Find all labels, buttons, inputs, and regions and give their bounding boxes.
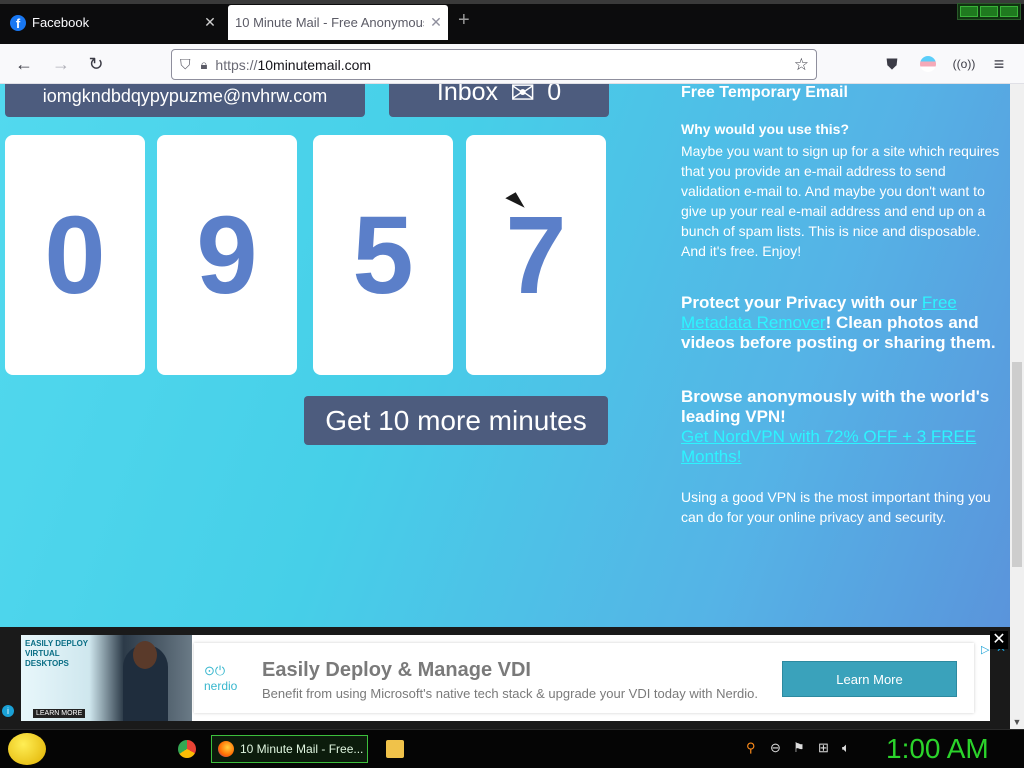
search-icon[interactable]: ⚲ (746, 740, 762, 756)
close-tab-icon[interactable]: ✕ (198, 14, 222, 31)
get-more-minutes-button[interactable]: Get 10 more minutes (304, 396, 608, 445)
learn-more-button[interactable]: Learn More (782, 661, 957, 697)
volume-icon[interactable]: 🔈︎ (842, 740, 858, 756)
ad-subtext: Benefit from using Microsoft's native te… (262, 686, 758, 701)
close-tab-icon[interactable]: ✕ (424, 14, 448, 31)
chrome-icon[interactable] (178, 740, 196, 758)
minus-circle-icon[interactable]: ⊖ (770, 740, 786, 756)
ad-info-icon[interactable]: i (2, 705, 14, 717)
start-smiley-icon[interactable] (8, 733, 46, 765)
why-heading: Why would you use this? (681, 121, 849, 137)
privacy-paragraph: Protect your Privacy with our Free Metad… (681, 293, 1001, 353)
folder-icon[interactable] (386, 740, 404, 758)
ad-image[interactable]: EASILY DEPLOY VIRTUAL DESKTOPS LEARN MOR… (21, 635, 192, 721)
envelope-icon: ✉ (510, 84, 536, 110)
inbox-count: 0 (547, 84, 562, 106)
taskbar: 10 Minute Mail - Free... ⚲ ⊖ ⚑ ⊞ 🔈︎ 1:00… (0, 729, 1024, 768)
url-text: https://10minutemail.com (215, 57, 371, 73)
ad-person-head (133, 641, 157, 669)
vpn-text: Browse anonymously with the world's lead… (681, 387, 990, 426)
page-content: iomgkndbdqypypuzme@nvhrw.com Inbox ✉ 0 0… (0, 84, 1010, 627)
taskbar-firefox-window[interactable]: 10 Minute Mail - Free... (211, 735, 368, 763)
ad-headline[interactable]: Easily Deploy & Manage VDI (262, 659, 531, 682)
tab-title: Facebook (32, 15, 90, 30)
brand-name: nerdio (204, 679, 238, 693)
ad-image-tagline: EASILY DEPLOY VIRTUAL DESKTOPS (25, 639, 88, 668)
shield-icon[interactable]: ⛉ (180, 56, 191, 73)
nerdio-logo: ⊙⏻ nerdio (204, 663, 238, 693)
url-protocol: https:// (215, 56, 258, 73)
timer-digit: 5 (313, 135, 453, 375)
email-address[interactable]: iomgkndbdqypypuzme@nvhrw.com (5, 84, 365, 117)
tab-facebook[interactable]: f Facebook ✕ (0, 5, 222, 40)
url-host: 10minutemail.com (257, 56, 372, 73)
sidebar-heading: Free Temporary Email (681, 84, 848, 101)
firefox-icon (218, 741, 234, 757)
ad-image-learn-more: LEARN MORE (33, 709, 86, 718)
nordvpn-link[interactable]: Get NordVPN with 72% OFF + 3 FREE Months… (681, 427, 976, 466)
lock-icon[interactable]: 🔒︎ (201, 57, 208, 73)
timer-digit: 7 (466, 135, 606, 375)
inbox-button[interactable]: Inbox ✉ 0 (389, 84, 609, 117)
privacy-pre-text: Protect your Privacy with our (681, 293, 922, 312)
bookmark-star-icon[interactable]: ☆ (794, 55, 809, 75)
new-tab-icon[interactable]: + (458, 9, 470, 32)
window-controls[interactable] (957, 3, 1021, 20)
scroll-down-arrow-icon[interactable]: ▼ (1010, 715, 1024, 729)
taskbar-clock[interactable]: 1:00 AM (886, 733, 989, 765)
forward-icon[interactable]: → (50, 53, 72, 75)
network-icon[interactable]: ⊞ (818, 740, 834, 756)
vpn-paragraph: Browse anonymously with the world's lead… (681, 387, 1001, 467)
taskbar-task-label: 10 Minute Mail - Free... (240, 742, 364, 756)
ad-card[interactable]: ⊙⏻ nerdio Easily Deploy & Manage VDI Bene… (194, 643, 974, 713)
ad-content[interactable]: EASILY DEPLOY VIRTUAL DESKTOPS LEARN MOR… (21, 635, 1006, 721)
page-scrollbar[interactable]: ▼ (1010, 84, 1024, 729)
back-icon[interactable]: ← (13, 53, 35, 75)
profile-icon[interactable] (917, 53, 939, 75)
ad-close-icon[interactable]: ✕ (990, 631, 1008, 649)
timer-digit: 9 (157, 135, 297, 375)
url-bar[interactable]: ⛉ 🔒︎ https://10minutemail.com ☆ (171, 49, 817, 80)
good-vpn-text: Using a good VPN is the most important t… (681, 489, 991, 525)
tab-10minutemail[interactable]: 10 Minute Mail - Free Anonymous ✕ (228, 5, 448, 40)
ad-banner: EASILY DEPLOY VIRTUAL DESKTOPS LEARN MOR… (0, 627, 1010, 729)
menu-icon[interactable]: ≡ (988, 53, 1010, 75)
extension-icon[interactable]: ((o)) (953, 53, 976, 75)
tab-title: 10 Minute Mail - Free Anonymous (235, 15, 424, 30)
reload-icon[interactable]: ↻ (85, 53, 107, 75)
pocket-icon[interactable]: ⛊ (881, 53, 903, 75)
navigation-bar: ← → ↻ ⛉ 🔒︎ https://10minutemail.com ☆ ⛊ … (0, 44, 1024, 84)
tab-bar: f Facebook ✕ 10 Minute Mail - Free Anony… (0, 0, 1024, 44)
inbox-label: Inbox (436, 84, 499, 106)
facebook-icon: f (10, 14, 26, 31)
why-text: Maybe you want to sign up for a site whi… (681, 143, 1000, 259)
flag-icon[interactable]: ⚑ (793, 740, 809, 756)
scrollbar-thumb[interactable] (1012, 362, 1022, 567)
title-strip (0, 0, 1024, 4)
timer-digit: 0 (5, 135, 145, 375)
